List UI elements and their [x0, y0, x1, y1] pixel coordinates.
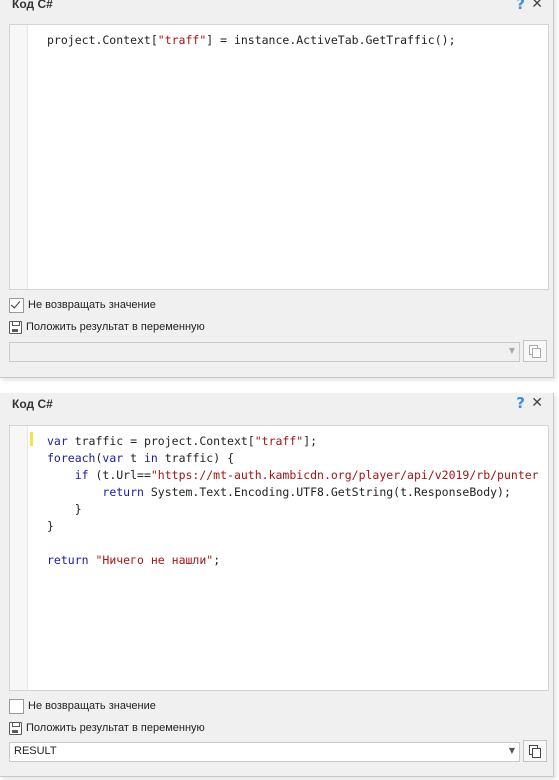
- code-line: return "Ничего не нашли";: [47, 552, 548, 569]
- code-line: if (t.Url=="https://mt-auth.kambicdn.org…: [47, 467, 548, 484]
- code-token: }: [47, 502, 82, 516]
- code-token: ];: [303, 434, 318, 448]
- help-icon[interactable]: ?: [516, 0, 525, 13]
- variable-value: RESULT: [14, 745, 57, 757]
- code-token: t: [123, 451, 144, 465]
- code-line: }: [47, 501, 548, 518]
- chevron-down-icon[interactable]: ▼: [509, 746, 515, 755]
- code-token: System.Text.Encoding.UTF8.GetString(t.Re…: [143, 485, 511, 499]
- help-icon[interactable]: ?: [516, 394, 525, 412]
- code-token: ;: [213, 553, 221, 567]
- save-result-option: Положить результат в переменную: [9, 319, 205, 335]
- close-icon[interactable]: ✕: [531, 0, 543, 12]
- code-dialog-2: Код C# ? ✕ var traffic = project.Context…: [0, 393, 554, 777]
- code-token: "traff": [157, 33, 207, 47]
- code-token: project.Context[: [47, 33, 158, 47]
- change-marker: [30, 432, 33, 446]
- editor-gutter: [10, 25, 28, 289]
- code-token: }: [47, 519, 54, 533]
- code-token: return: [47, 553, 89, 567]
- code-editor[interactable]: project.Context["traff"] = instance.Acti…: [9, 24, 549, 290]
- code-token: var: [47, 434, 68, 448]
- code-token: in: [143, 451, 158, 465]
- code-text[interactable]: project.Context["traff"] = instance.Acti…: [47, 32, 548, 49]
- code-line: return System.Text.Encoding.UTF8.GetStri…: [47, 484, 548, 501]
- code-token: (t.Url==: [88, 468, 151, 482]
- code-token: "Ничего не нашли": [95, 553, 214, 567]
- code-token: var: [102, 451, 124, 465]
- code-line: foreach(var t in traffic) {: [47, 450, 548, 467]
- title-bar[interactable]: Код C# ? ✕: [0, 0, 553, 14]
- save-icon: [9, 721, 22, 735]
- no-return-checkbox[interactable]: [9, 698, 24, 714]
- code-token: foreach: [47, 451, 96, 465]
- code-token: traffic = project.Context[: [67, 434, 255, 448]
- code-token: traffic) {: [157, 451, 234, 465]
- save-icon: [9, 320, 22, 334]
- code-token: if: [74, 468, 89, 482]
- editor-gutter: [10, 426, 28, 690]
- code-line: var traffic = project.Context["traff"];: [47, 433, 548, 450]
- save-result-option: Положить результат в переменную: [9, 720, 205, 736]
- save-result-label: Положить результат в переменную: [26, 722, 205, 734]
- title-bar[interactable]: Код C# ? ✕: [0, 393, 553, 415]
- code-token: ] = instance.ActiveTab.GetTraffic();: [206, 33, 456, 47]
- dialog-title: Код C#: [12, 397, 53, 411]
- close-icon[interactable]: ✕: [531, 395, 543, 411]
- no-return-option[interactable]: Не возвращать значение: [9, 297, 156, 313]
- code-line: }: [47, 518, 548, 535]
- variable-button[interactable]: [523, 340, 547, 362]
- chevron-down-icon[interactable]: ▼: [509, 346, 515, 355]
- dialog-title: Код C#: [12, 0, 53, 11]
- copy-icon: [529, 345, 541, 358]
- copy-icon: [529, 745, 541, 758]
- result-variable-select[interactable]: RESULT ▼: [9, 742, 520, 762]
- no-return-checkbox[interactable]: [9, 297, 24, 313]
- code-token: "traff": [254, 434, 304, 448]
- code-token: return: [102, 485, 144, 499]
- save-result-label: Положить результат в переменную: [26, 321, 205, 333]
- code-text[interactable]: var traffic = project.Context["traff"]; f…: [47, 433, 548, 569]
- code-line: project.Context["traff"] = instance.Acti…: [47, 32, 548, 49]
- no-return-label: Не возвращать значение: [28, 700, 156, 712]
- no-return-option[interactable]: Не возвращать значение: [9, 698, 156, 714]
- result-variable-select[interactable]: ▼: [9, 342, 520, 362]
- code-editor[interactable]: var traffic = project.Context["traff"]; f…: [9, 425, 549, 691]
- code-token: "https://mt-auth.kambicdn.org/player/api…: [150, 468, 539, 482]
- variable-button[interactable]: [523, 740, 547, 762]
- no-return-label: Не возвращать значение: [28, 299, 156, 311]
- code-dialog-1: Код C# ? ✕ project.Context["traff"] = in…: [0, 0, 554, 378]
